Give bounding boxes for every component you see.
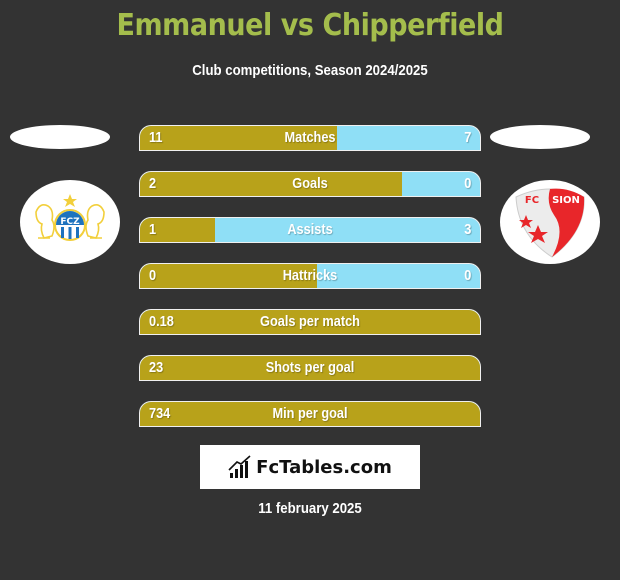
right-team-logo[interactable]: FC SION [500, 180, 600, 264]
stat-row-goals-per-match: 0.18 Goals per match [139, 309, 481, 335]
right-value: 0 [463, 175, 471, 192]
stat-row-matches: 11 Matches 7 [139, 125, 481, 151]
page-subtitle: Club competitions, Season 2024/2025 [192, 62, 428, 79]
stat-label: Shots per goal [265, 359, 355, 376]
stat-label: Assists [287, 221, 333, 238]
page-title: Emmanuel vs Chipperfield [116, 8, 504, 43]
svg-text:SION: SION [552, 195, 580, 206]
stat-row-assists: 1 Assists 3 [139, 217, 481, 243]
left-value: 2 [149, 175, 157, 192]
left-value: 11 [149, 129, 163, 146]
stat-row-goals: 2 Goals 0 [139, 171, 481, 197]
stat-label: Hattricks [282, 267, 338, 284]
stat-row-min-per-goal: 734 Min per goal [139, 401, 481, 427]
bar-chart-logo-icon [228, 455, 251, 478]
stat-label: Goals [292, 175, 328, 192]
left-value: 1 [149, 221, 157, 238]
fctables-brand-link[interactable]: FcTables.com [200, 445, 420, 489]
left-value: 23 [149, 359, 164, 376]
fcz-logo-text: FCZ [60, 217, 80, 227]
left-value: 0 [149, 267, 157, 284]
fc-sion-shield-icon: FC SION [515, 188, 585, 258]
right-value: 7 [463, 129, 471, 146]
stat-row-shots-per-goal: 23 Shots per goal [139, 355, 481, 381]
fcz-crest-icon: FCZ [35, 194, 105, 241]
stat-row-hattricks: 0 Hattricks 0 [139, 263, 481, 289]
right-player-placeholder [490, 125, 590, 149]
stat-label: Goals per match [260, 313, 360, 330]
right-value: 0 [463, 267, 471, 284]
svg-text:FC: FC [525, 195, 539, 206]
left-team-logo[interactable]: FCZ [20, 180, 120, 264]
brand-name: FcTables.com [256, 456, 392, 478]
stat-label: Matches [284, 129, 336, 146]
right-value: 3 [463, 221, 471, 238]
stat-label: Min per goal [272, 405, 348, 422]
left-player-placeholder [10, 125, 110, 149]
date-label: 11 february 2025 [258, 500, 362, 517]
